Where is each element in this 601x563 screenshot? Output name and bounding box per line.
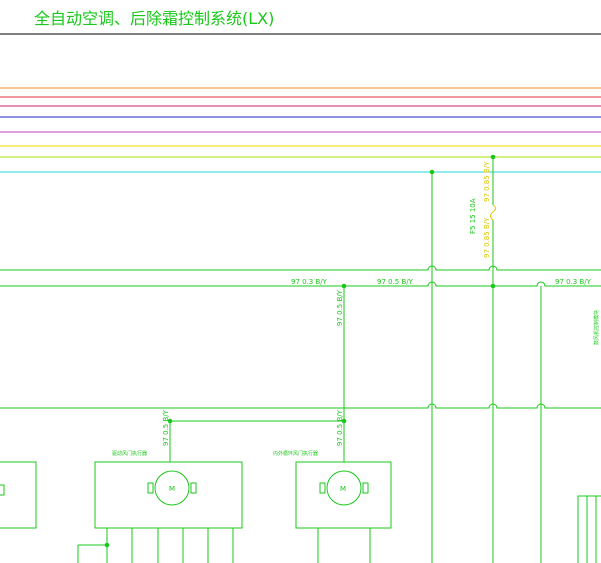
right-component — [577, 495, 601, 563]
wire-label-2: 97 0.5 B/Y — [377, 278, 414, 286]
branch-170 — [167, 418, 347, 462]
bus-lines — [0, 87, 601, 173]
wire-label-3: 97 0.5 B/Y — [336, 289, 344, 326]
motor-2-name: 内外循环风门执行器 — [273, 450, 318, 457]
wire-label-6: 97 0.5 B/Y — [336, 409, 344, 446]
motor-2-symbol: M — [340, 485, 346, 493]
left-component — [0, 461, 37, 529]
fuse-label: F5 15 10A — [469, 198, 477, 234]
wiring-diagram: 全自动空调、后除霜控制系统(LX) F5 15 10A 97 0.85 B/Y … — [0, 9, 601, 563]
wire-label-1: 97 0.3 B/Y — [291, 278, 328, 286]
wire-label-4: 97 0.3 B/Y — [555, 278, 592, 286]
vertical-feeds — [429, 154, 542, 563]
fuse-wire-top: 97 0.85 B/Y — [483, 161, 491, 202]
signal-bus-408 — [0, 403, 601, 409]
motor-1-name: 驱动风门执行器 — [112, 450, 147, 457]
motor-actuator-1 — [77, 461, 243, 563]
signal-bus-upper — [0, 265, 601, 271]
fuse-f5: F5 15 10A 97 0.85 B/Y 97 0.85 B/Y — [469, 161, 496, 258]
motor-actuator-2 — [295, 461, 392, 563]
wire-label-5: 97 0.5 B/Y — [162, 409, 170, 446]
motor-1-symbol: M — [169, 485, 175, 493]
fuse-wire-bottom: 97 0.85 B/Y — [483, 217, 491, 258]
diagram-title: 全自动空调、后除霜控制系统(LX) — [34, 9, 274, 28]
side-label: 鼓风机控制模块 — [593, 310, 600, 345]
